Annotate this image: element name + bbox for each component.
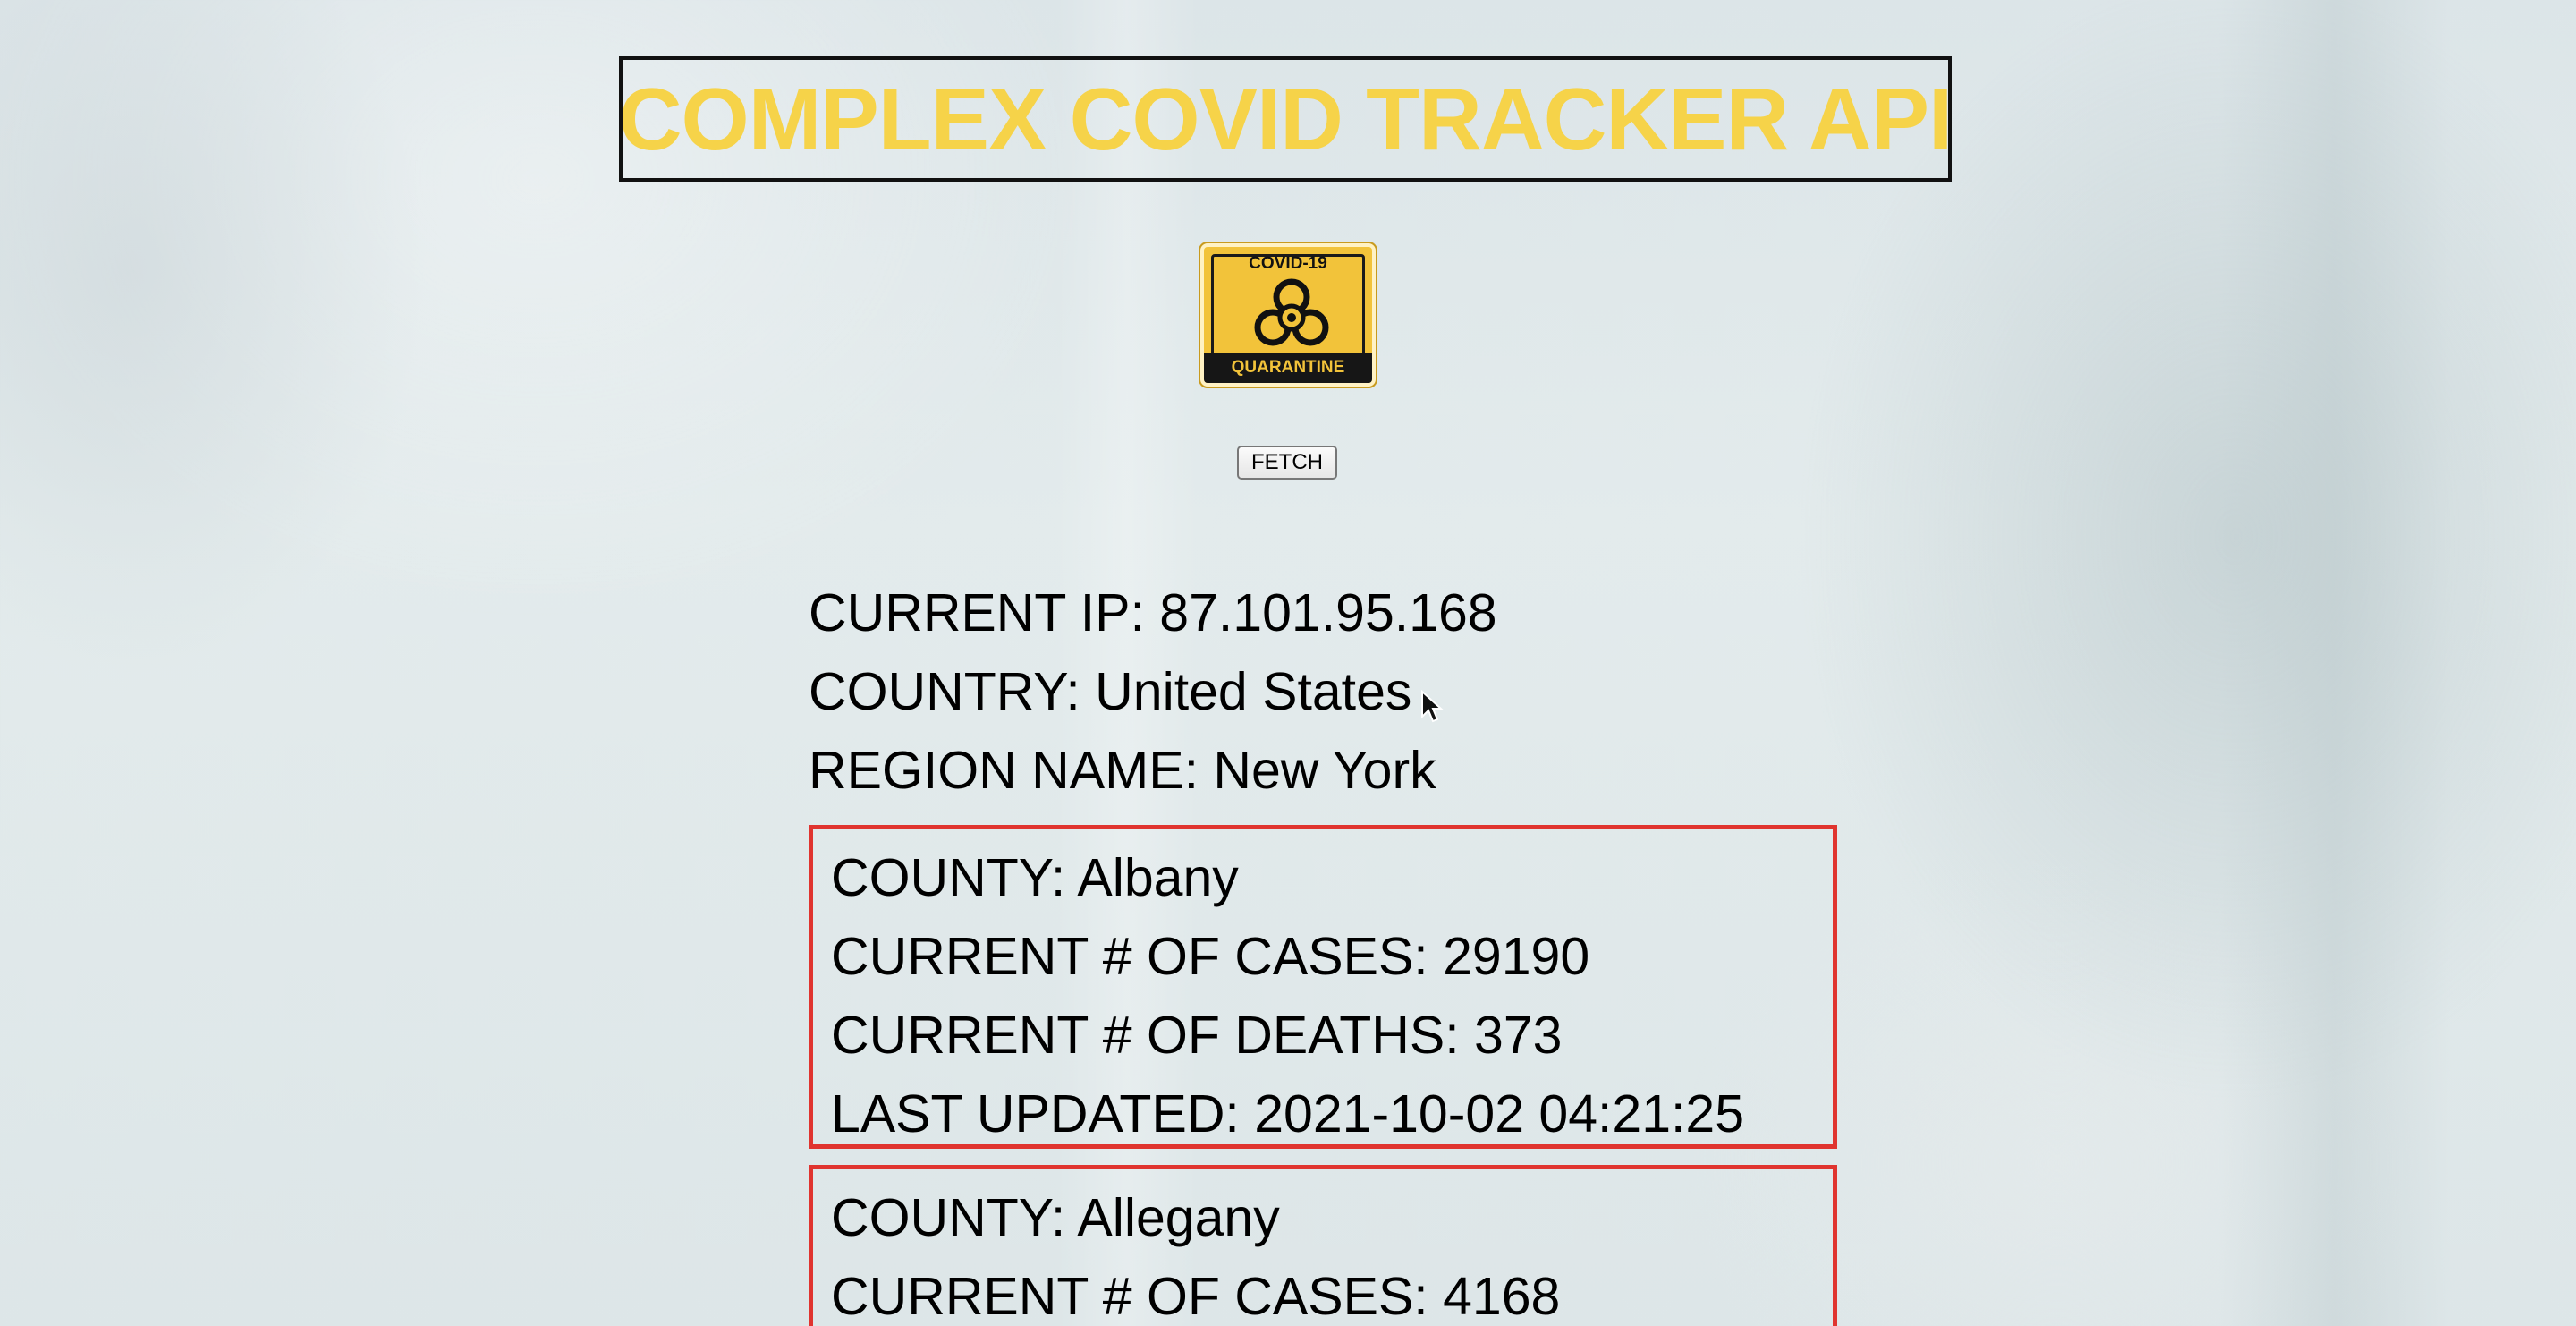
county-card: COUNTY: Albany CURRENT # OF CASES: 29190… [809, 825, 1837, 1149]
covid-quarantine-logo: COVID-19 QUARANTINE [1200, 243, 1376, 387]
county-name: COUNTY: Albany [831, 848, 1239, 907]
county-cases: CURRENT # OF CASES: 4168 [831, 1267, 1561, 1326]
biohazard-icon [1254, 278, 1329, 346]
background-decoration [2218, 0, 2451, 1326]
county-last-updated: LAST UPDATED: 2021-10-02 04:21:25 [831, 1084, 1745, 1143]
county-card: COUNTY: Allegany CURRENT # OF CASES: 416… [809, 1165, 1837, 1326]
county-cases: CURRENT # OF CASES: 29190 [831, 927, 1590, 986]
background-decoration [0, 0, 429, 680]
county-name: COUNTY: Allegany [831, 1188, 1280, 1247]
page-title: COMPLEX COVID TRACKER API [619, 69, 1952, 168]
fetch-button[interactable]: FETCH [1237, 446, 1337, 480]
logo-top-text: COVID-19 [1249, 254, 1327, 273]
mouse-cursor-icon [1421, 690, 1444, 723]
page-title-box: COMPLEX COVID TRACKER API [619, 56, 1952, 182]
country: COUNTRY: United States [809, 662, 1412, 721]
county-deaths: CURRENT # OF DEATHS: 373 [831, 1006, 1563, 1065]
region-name: REGION NAME: New York [809, 741, 1436, 800]
current-ip: CURRENT IP: 87.101.95.168 [809, 583, 1497, 642]
logo-bottom-text: QUARANTINE [1204, 353, 1372, 383]
